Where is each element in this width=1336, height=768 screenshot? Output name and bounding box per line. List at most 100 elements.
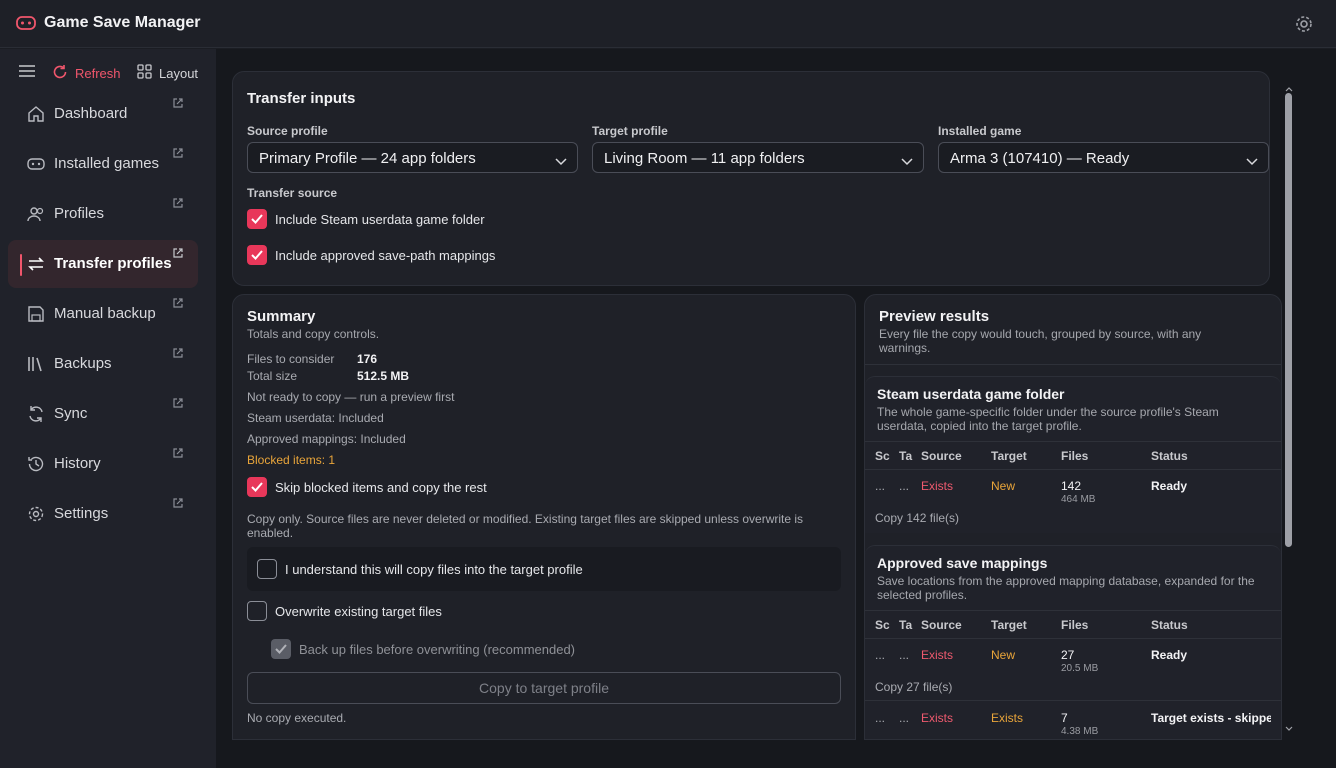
cell-sc: ... [875, 479, 886, 493]
active-indicator [20, 254, 22, 276]
col-files: Files [1061, 449, 1089, 463]
external-link-icon[interactable] [172, 396, 184, 413]
nav-manual-backup[interactable]: Manual backup [8, 290, 198, 338]
scrollbar-thumb[interactable] [1285, 93, 1292, 547]
chevron-down-icon [555, 153, 567, 170]
confirm-panel: I understand this will copy files into t… [247, 547, 841, 591]
vertical-scrollbar[interactable] [1282, 79, 1296, 733]
divider [865, 610, 1281, 611]
summary-subtitle: Totals and copy controls. [247, 327, 380, 341]
size-label: Total size [247, 369, 298, 383]
steam-section: Steam userdata game folder The whole gam… [865, 376, 1281, 533]
cell-ta: ... [899, 648, 910, 662]
source-profile-select[interactable]: Primary Profile — 24 app folders [247, 142, 578, 173]
home-icon [27, 105, 45, 127]
col-status: Status [1151, 449, 1188, 463]
divider [865, 638, 1281, 639]
settings-gear-icon[interactable] [1294, 14, 1314, 39]
app-title: Game Save Manager [44, 14, 201, 31]
nav-installed-games[interactable]: Installed games [8, 140, 198, 188]
external-link-icon[interactable] [172, 296, 184, 313]
external-link-icon[interactable] [172, 346, 184, 363]
gamepad-logo-icon [16, 14, 36, 37]
refresh-label: Refresh [75, 66, 121, 81]
checkbox-empty-icon [257, 559, 277, 579]
summary-card: Summary Totals and copy controls. Files … [232, 294, 856, 740]
nav-backups[interactable]: Backups [8, 340, 198, 388]
hamburger-icon [18, 64, 36, 81]
skip-blocked-checkbox[interactable]: Skip blocked items and copy the rest [247, 477, 487, 497]
col-sc: Sc [875, 449, 890, 463]
external-link-icon[interactable] [172, 246, 184, 263]
scroll-down-arrow-icon[interactable] [1285, 719, 1293, 737]
copy-status-text: Not ready to copy — run a preview first [247, 390, 455, 404]
cell-files: 27 [1061, 648, 1075, 662]
external-link-icon[interactable] [172, 196, 184, 213]
grid-layout-icon [137, 64, 152, 82]
nav-label: Installed games [54, 155, 160, 172]
cell-size: 464 MB [1061, 494, 1096, 505]
include-steam-checkbox[interactable]: Include Steam userdata game folder [247, 209, 485, 229]
checkbox-empty-icon [247, 601, 267, 621]
col-source: Source [921, 449, 962, 463]
col-target: Target [991, 618, 1027, 632]
cell-status: Ready [1151, 648, 1188, 662]
cell-sc: ... [875, 711, 886, 725]
refresh-button[interactable]: Refresh [52, 64, 121, 83]
cell-files: 7 [1061, 711, 1068, 725]
installed-game-value: Arma 3 (107410) — Ready [950, 150, 1130, 167]
external-link-icon[interactable] [172, 496, 184, 513]
gamepad-icon [27, 155, 45, 177]
include-mappings-label: Include approved save-path mappings [275, 247, 496, 263]
checkmark-icon [247, 477, 267, 497]
include-mappings-checkbox[interactable]: Include approved save-path mappings [247, 245, 495, 265]
external-link-icon[interactable] [172, 446, 184, 463]
external-link-icon[interactable] [172, 146, 184, 163]
nav-label: History [54, 455, 101, 472]
size-value: 512.5 MB [357, 369, 410, 383]
steam-section-title: Steam userdata game folder [877, 386, 1065, 402]
source-profile-value: Primary Profile — 24 app folders [259, 150, 476, 167]
target-profile-select[interactable]: Living Room — 11 app folders [592, 142, 924, 173]
col-files: Files [1061, 618, 1089, 632]
nav-history[interactable]: History [8, 440, 198, 488]
nav-profiles[interactable]: Profiles [8, 190, 198, 238]
cell-target: New [991, 648, 1016, 662]
nav-label: Manual backup [54, 305, 156, 322]
understand-label: I understand this will copy files into t… [285, 561, 583, 577]
divider [865, 441, 1281, 442]
copy-to-target-button[interactable]: Copy to target profile [247, 672, 841, 704]
files-label: Files to consider [247, 352, 335, 366]
transfer-source-label: Transfer source [247, 186, 338, 200]
nav-sync[interactable]: Sync [8, 390, 198, 438]
nav-label: Sync [54, 405, 88, 422]
cell-status: Target exists - skipped [1151, 711, 1271, 725]
cell-target: New [991, 479, 1016, 493]
checkmark-icon [271, 639, 291, 659]
chevron-down-icon [1246, 153, 1258, 170]
cell-target: Exists [991, 711, 1024, 725]
external-link-icon[interactable] [172, 96, 184, 113]
steam-copy-count: Copy 142 file(s) [875, 511, 960, 525]
col-ta: Ta [899, 618, 913, 632]
files-to-consider-row: Files to consider 176 [247, 352, 377, 366]
menu-toggle-button[interactable] [18, 64, 36, 81]
steam-status-text: Steam userdata: Included [247, 411, 384, 425]
installed-game-select[interactable]: Arma 3 (107410) — Ready [938, 142, 1269, 173]
col-status: Status [1151, 618, 1188, 632]
cell-ta: ... [899, 479, 910, 493]
checkmark-icon [247, 209, 267, 229]
nav-settings[interactable]: Settings [8, 490, 198, 538]
col-target: Target [991, 449, 1027, 463]
backup-before-overwrite-checkbox[interactable]: Back up files before overwriting (recomm… [271, 639, 575, 659]
nav-dashboard[interactable]: Dashboard [8, 90, 198, 138]
layout-button[interactable]: Layout [137, 64, 198, 82]
col-source: Source [921, 618, 962, 632]
steam-section-desc: The whole game-specific folder under the… [877, 405, 1219, 433]
divider [865, 469, 1281, 470]
understand-checkbox[interactable]: I understand this will copy files into t… [257, 559, 583, 579]
sync-icon [27, 405, 45, 427]
overwrite-checkbox[interactable]: Overwrite existing target files [247, 601, 442, 621]
cell-source: Exists [921, 479, 954, 493]
nav-transfer-profiles[interactable]: Transfer profiles [8, 240, 198, 288]
